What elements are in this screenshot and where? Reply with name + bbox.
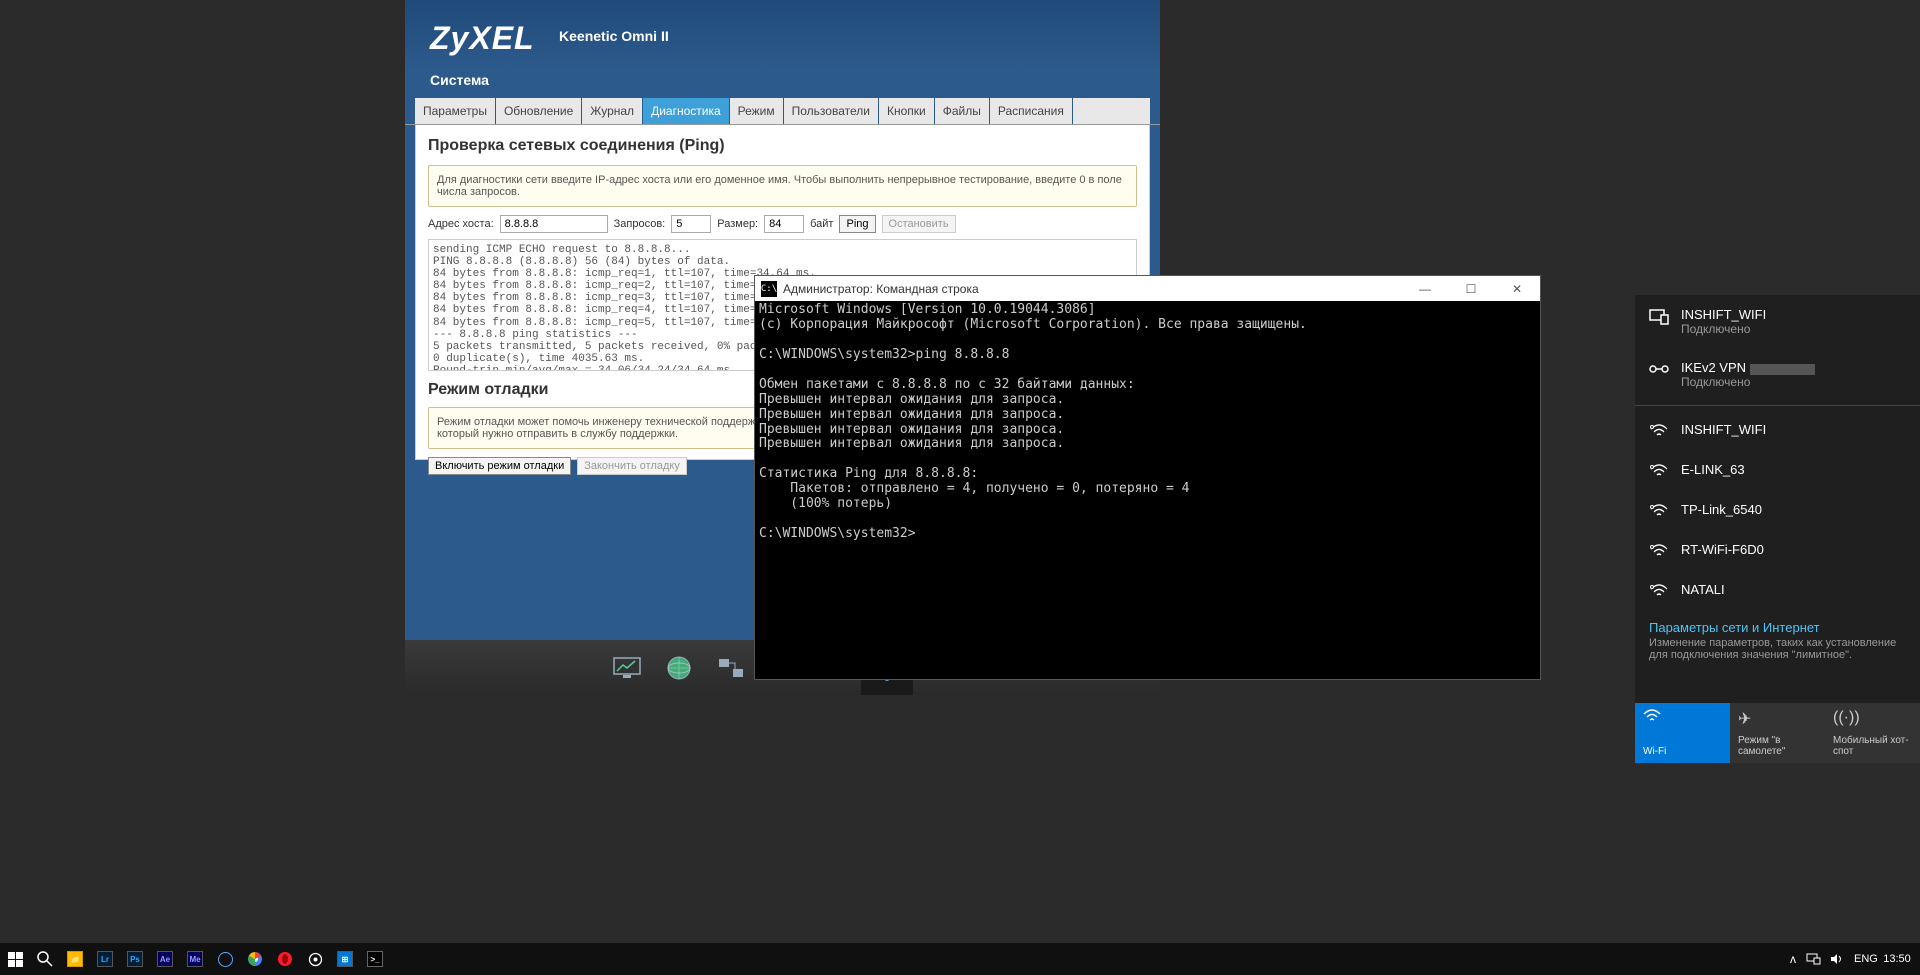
tray-network-icon[interactable] xyxy=(1806,953,1828,965)
wifi-name: INSHIFT_WIFI xyxy=(1681,307,1766,322)
wifi-name: TP-Link_6540 xyxy=(1681,502,1762,517)
cmd-title-text: Администратор: Командная строка xyxy=(783,282,979,296)
size-input[interactable] xyxy=(764,215,804,233)
wifi-tile-wifi[interactable]: Wi-Fi xyxy=(1635,703,1730,763)
ping-title: Проверка сетевых соединения (Ping) xyxy=(428,137,1137,155)
cmd-taskbar-button[interactable]: >_ xyxy=(360,943,390,975)
cmd-icon: C:\ xyxy=(761,281,777,297)
wifi-available-0[interactable]: INSHIFT_WIFI xyxy=(1635,410,1920,450)
host-label: Адрес хоста: xyxy=(428,218,494,230)
search-button[interactable] xyxy=(30,943,60,975)
wifi-status: Подключено xyxy=(1681,322,1766,336)
wifi-name: IKEv2 VPN xyxy=(1681,360,1746,375)
windows-taskbar: 📁 Lr Ps Ae Me ⊞ >_ ʌ ENG 13:50 xyxy=(0,943,1920,975)
host-input[interactable] xyxy=(500,215,608,233)
tab-schedules[interactable]: Расписания xyxy=(990,98,1072,124)
start-button[interactable] xyxy=(0,943,30,975)
globe-icon[interactable] xyxy=(653,640,705,695)
tab-journal[interactable]: Журнал xyxy=(582,98,642,124)
router-model: Keenetic Omni II xyxy=(559,28,669,44)
wifi-name: INSHIFT_WIFI xyxy=(1681,422,1766,437)
wifi-connected-ethernet[interactable]: INSHIFT_WIFI Подключено xyxy=(1635,295,1920,348)
ethernet-icon xyxy=(1649,307,1669,325)
tray-lang[interactable]: ENG xyxy=(1854,953,1876,965)
wifi-tile-airplane[interactable]: ✈ Режим "в самолете" xyxy=(1730,703,1825,763)
tab-diagnostics[interactable]: Диагностика xyxy=(643,98,729,124)
aftereffects-button[interactable]: Ae xyxy=(150,943,180,975)
wifi-name: RT-WiFi-F6D0 xyxy=(1681,542,1764,557)
cmd-output: Microsoft Windows [Version 10.0.19044.30… xyxy=(755,301,1540,544)
tab-buttons[interactable]: Кнопки xyxy=(879,98,934,124)
wifi-status: Подключено xyxy=(1681,375,1815,389)
wifi-signal-icon xyxy=(1649,582,1669,598)
wifi-tile-hotspot[interactable]: ((·)) Мобильный хот-спот xyxy=(1825,703,1920,763)
tab-update[interactable]: Обновление xyxy=(496,98,581,124)
explorer-button[interactable]: 📁 xyxy=(60,943,90,975)
wifi-available-4[interactable]: NATALI xyxy=(1635,570,1920,610)
tray-volume-icon[interactable] xyxy=(1830,953,1852,965)
chrome-button[interactable] xyxy=(240,943,270,975)
wifi-available-2[interactable]: TP-Link_6540 xyxy=(1635,490,1920,530)
wifi-name: E-LINK_63 xyxy=(1681,462,1745,477)
airplane-icon: ✈ xyxy=(1738,709,1817,729)
wifi-icon xyxy=(1643,709,1722,723)
cmd-window: C:\ Администратор: Командная строка — ☐ … xyxy=(754,275,1541,680)
tray-time[interactable]: 13:50 xyxy=(1878,953,1916,965)
ping-button[interactable]: Ping xyxy=(839,215,875,233)
tab-files[interactable]: Файлы xyxy=(935,98,989,124)
wifi-available-1[interactable]: E-LINK_63 xyxy=(1635,450,1920,490)
monitor-icon[interactable] xyxy=(601,640,653,695)
maximize-button[interactable]: ☐ xyxy=(1448,276,1494,301)
app-circle[interactable] xyxy=(210,943,240,975)
enable-debug-button[interactable]: Включить режим отладки xyxy=(428,457,571,475)
finish-debug-button: Закончить отладку xyxy=(577,457,687,475)
opera-button[interactable] xyxy=(270,943,300,975)
count-label: Запросов: xyxy=(614,218,666,230)
router-brand: ZyXEL xyxy=(430,20,535,57)
network-icon[interactable] xyxy=(705,640,757,695)
size-label: Размер: xyxy=(717,218,758,230)
ping-hint: Для диагностики сети введите IP-адрес хо… xyxy=(428,165,1137,207)
minimize-button[interactable]: — xyxy=(1402,276,1448,301)
wifi-signal-icon xyxy=(1649,462,1669,478)
lightroom-button[interactable]: Lr xyxy=(90,943,120,975)
tab-params[interactable]: Параметры xyxy=(415,98,495,124)
stop-button: Остановить xyxy=(882,215,956,233)
wifi-settings-title: Параметры сети и Интернет xyxy=(1649,620,1906,635)
settings-button[interactable] xyxy=(300,943,330,975)
wifi-connected-vpn[interactable]: IKEv2 VPN x Подключено xyxy=(1635,348,1920,401)
wifi-settings-link[interactable]: Параметры сети и Интернет Изменение пара… xyxy=(1635,610,1920,671)
tab-mode[interactable]: Режим xyxy=(730,98,783,124)
close-button[interactable]: ✕ xyxy=(1494,276,1540,301)
router-tabs: Параметры Обновление Журнал Диагностика … xyxy=(405,98,1160,125)
tab-users[interactable]: Пользователи xyxy=(784,98,878,124)
hotspot-icon: ((·)) xyxy=(1833,709,1912,727)
photoshop-button[interactable]: Ps xyxy=(120,943,150,975)
wifi-name: NATALI xyxy=(1681,582,1725,597)
count-input[interactable] xyxy=(671,215,711,233)
vpn-icon xyxy=(1649,360,1669,376)
unit-label: байт xyxy=(810,218,833,230)
wifi-settings-desc: Изменение параметров, таких как установл… xyxy=(1649,637,1906,661)
router-section-title: Система xyxy=(405,67,1160,98)
mediaencoder-button[interactable]: Me xyxy=(180,943,210,975)
cmd-titlebar[interactable]: C:\ Администратор: Командная строка — ☐ … xyxy=(755,276,1540,301)
wifi-available-3[interactable]: RT-WiFi-F6D0 xyxy=(1635,530,1920,570)
wifi-signal-icon xyxy=(1649,422,1669,438)
wifi-signal-icon xyxy=(1649,542,1669,558)
app-generic[interactable]: ⊞ xyxy=(330,943,360,975)
tray-chevron-icon[interactable]: ʌ xyxy=(1782,952,1804,966)
wifi-signal-icon xyxy=(1649,502,1669,518)
wifi-panel: INSHIFT_WIFI Подключено IKEv2 VPN x Подк… xyxy=(1635,295,1920,763)
